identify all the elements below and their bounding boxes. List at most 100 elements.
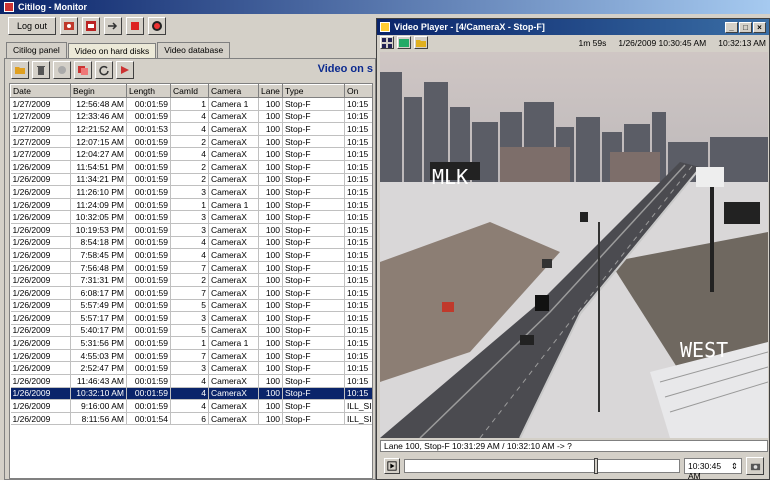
table-cell: CameraX [208, 160, 259, 174]
table-row[interactable]: 1/27/2009 12:33:46 AM 00:01:59 4 CameraX 100 S… [10, 110, 372, 124]
table-row[interactable]: 1/26/2009 8:11:56 AM 00:01:54 6 CameraX 100 St… [10, 412, 372, 426]
spinner-arrows-icon[interactable]: ⇕ [731, 461, 738, 471]
camera-icon [380, 22, 390, 32]
tab-video-database[interactable]: Video database [157, 42, 231, 58]
column-header[interactable]: CamId [170, 84, 209, 98]
vehicle [520, 335, 534, 345]
column-header[interactable]: Type [282, 84, 345, 98]
table-row[interactable]: 1/26/2009 11:54:51 PM 00:01:59 2 CameraX 100 S… [10, 160, 372, 174]
column-header[interactable]: Length [126, 84, 171, 98]
table-row[interactable]: 1/26/2009 7:31:31 PM 00:01:59 2 CameraX 100 St… [10, 273, 372, 287]
table-cell: 100 [258, 173, 283, 187]
copy-video-icon[interactable] [74, 61, 92, 79]
logout-button[interactable]: Log out [8, 17, 57, 35]
minimize-icon[interactable]: _ [725, 21, 738, 33]
table-row[interactable]: 1/26/2009 10:19:53 PM 00:01:59 3 CameraX 100 S… [10, 223, 372, 237]
table-cell: 00:01:59 [126, 198, 171, 212]
maximize-icon[interactable]: □ [739, 21, 752, 33]
table-cell: 3 [170, 223, 209, 237]
alarm-icon[interactable] [82, 17, 101, 35]
tab-video-on-hard-disks[interactable]: Video on hard disks [67, 43, 157, 59]
table-row[interactable]: 1/26/2009 11:46:43 AM 00:01:59 4 CameraX 100 S… [10, 374, 372, 388]
table-row[interactable]: 1/27/2009 12:56:48 AM 00:01:59 1 Camera 1 100… [10, 97, 372, 111]
table-cell: 10:15 [344, 248, 372, 262]
table-row[interactable]: 1/26/2009 5:40:17 PM 00:01:59 5 CameraX 100 St… [10, 324, 372, 338]
table-row[interactable]: 1/26/2009 11:34:21 PM 00:01:59 2 CameraX 100 S… [10, 173, 372, 187]
table-cell: 00:01:59 [126, 248, 171, 262]
video-info: 1m 59s 1/26/2009 10:30:45 AM 10:32:13 AM [578, 38, 766, 48]
close-icon[interactable]: × [753, 21, 766, 33]
delete-icon[interactable] [32, 61, 50, 79]
table-cell: 1/27/2009 [10, 147, 71, 161]
table-row[interactable]: 1/26/2009 5:31:56 PM 00:01:59 1 Camera 1 100 S… [10, 336, 372, 350]
open-folder-icon[interactable] [11, 61, 29, 79]
table-cell: Stop-F [282, 160, 345, 174]
table-cell: 1 [170, 198, 209, 212]
stop-icon[interactable] [126, 17, 145, 35]
time-spinner[interactable]: 10:30:45 AM ⇕ [684, 458, 742, 480]
folder-icon[interactable] [414, 36, 428, 49]
column-header[interactable]: Camera [208, 84, 259, 98]
monitor-title-bar: Citilog - Monitor [0, 0, 770, 14]
timeline-slider[interactable] [404, 458, 680, 474]
disabled-tool-icon[interactable] [53, 61, 71, 79]
table-row[interactable]: 1/26/2009 11:24:09 PM 00:01:59 1 Camera 1 100… [10, 198, 372, 212]
table-row[interactable]: 1/26/2009 7:56:48 PM 00:01:59 7 CameraX 100 St… [10, 261, 372, 275]
table-cell: CameraX [208, 361, 259, 376]
grid-layout-icon[interactable] [380, 36, 394, 49]
table-row[interactable]: 1/26/2009 2:52:47 PM 00:01:59 3 CameraX 100 St… [10, 361, 372, 376]
column-header[interactable]: Date [10, 84, 71, 98]
time-field[interactable]: 10:30:45 AM [688, 461, 731, 480]
record-icon[interactable] [148, 17, 167, 35]
overlay-label-right: WEST [680, 338, 728, 362]
table-cell: 5:57:17 PM [70, 311, 127, 325]
table-cell: 10:15 [344, 286, 372, 300]
video-player-window: Video Player - [4/CameraX - Stop-F] _ □ … [376, 18, 770, 480]
table-row[interactable]: 1/27/2009 12:21:52 AM 00:01:53 4 CameraX 100 S… [10, 122, 372, 136]
snapshot-icon[interactable] [746, 457, 764, 475]
table-row[interactable]: 1/26/2009 10:32:10 AM 00:01:59 4 CameraX 100 S… [10, 387, 372, 401]
play-icon[interactable] [384, 458, 400, 474]
table-cell: 10:32:05 PM [70, 210, 127, 224]
section-title: Video on s [317, 63, 373, 75]
export-icon[interactable] [104, 17, 123, 35]
tab-citilog-panel[interactable]: Citilog panel [6, 42, 67, 58]
table-row[interactable]: 1/26/2009 4:55:03 PM 00:01:59 7 CameraX 100 St… [10, 349, 372, 363]
table-row[interactable]: 1/26/2009 10:32:05 PM 00:01:59 3 CameraX 100 S… [10, 210, 372, 224]
table-cell: 10:15 [344, 311, 372, 325]
users-icon[interactable] [60, 17, 79, 35]
refresh-icon[interactable] [95, 61, 113, 79]
table-cell: 100 [258, 185, 283, 199]
table-cell: Camera 1 [208, 97, 259, 111]
table-row[interactable]: 1/27/2009 12:07:15 AM 00:01:59 2 CameraX 100 S… [10, 135, 372, 149]
table-row[interactable]: 1/26/2009 9:16:00 AM 00:01:59 4 CameraX 100 St… [10, 399, 372, 413]
send-icon[interactable] [116, 61, 134, 79]
table-cell: 10:15 [344, 361, 372, 376]
table-cell: 100 [258, 210, 283, 224]
column-header[interactable]: Begin [70, 84, 127, 98]
slider-thumb[interactable] [594, 458, 599, 474]
table-cell: 100 [258, 399, 283, 413]
table-cell: 1/26/2009 [10, 336, 71, 350]
column-header[interactable]: On [344, 84, 372, 98]
table-row[interactable]: 1/26/2009 5:57:17 PM 00:01:59 3 CameraX 100 St… [10, 311, 372, 325]
table-cell: 6 [170, 412, 209, 426]
table-row[interactable]: 1/27/2009 12:04:27 AM 00:01:59 4 CameraX 100 S… [10, 147, 372, 161]
column-header[interactable]: Lane [258, 84, 283, 98]
table-row[interactable]: 1/26/2009 5:57:49 PM 00:01:59 5 CameraX 100 St… [10, 299, 372, 313]
table-cell: Stop-F [282, 210, 345, 224]
camera-view-icon[interactable] [397, 36, 411, 49]
table-cell: 1/26/2009 [10, 223, 71, 237]
window-buttons: _ □ × [725, 21, 766, 33]
vehicle [542, 259, 552, 268]
table-cell: 6:08:17 PM [70, 286, 127, 300]
table-cell: 00:01:59 [126, 210, 171, 224]
table-row[interactable]: 1/26/2009 8:54:18 PM 00:01:59 4 CameraX 100 St… [10, 236, 372, 250]
table-cell: 1/26/2009 [10, 311, 71, 325]
table-cell: 4 [170, 147, 209, 161]
table-row[interactable]: 1/26/2009 7:58:45 PM 00:01:59 4 CameraX 100 St… [10, 248, 372, 262]
table-row[interactable]: 1/26/2009 6:08:17 PM 00:01:59 7 CameraX 100 St… [10, 286, 372, 300]
table-row[interactable]: 1/26/2009 11:26:10 PM 00:01:59 3 CameraX 100 S… [10, 185, 372, 199]
table-cell: 1/26/2009 [10, 248, 71, 262]
video-frame[interactable]: MLK WEST [380, 52, 768, 438]
